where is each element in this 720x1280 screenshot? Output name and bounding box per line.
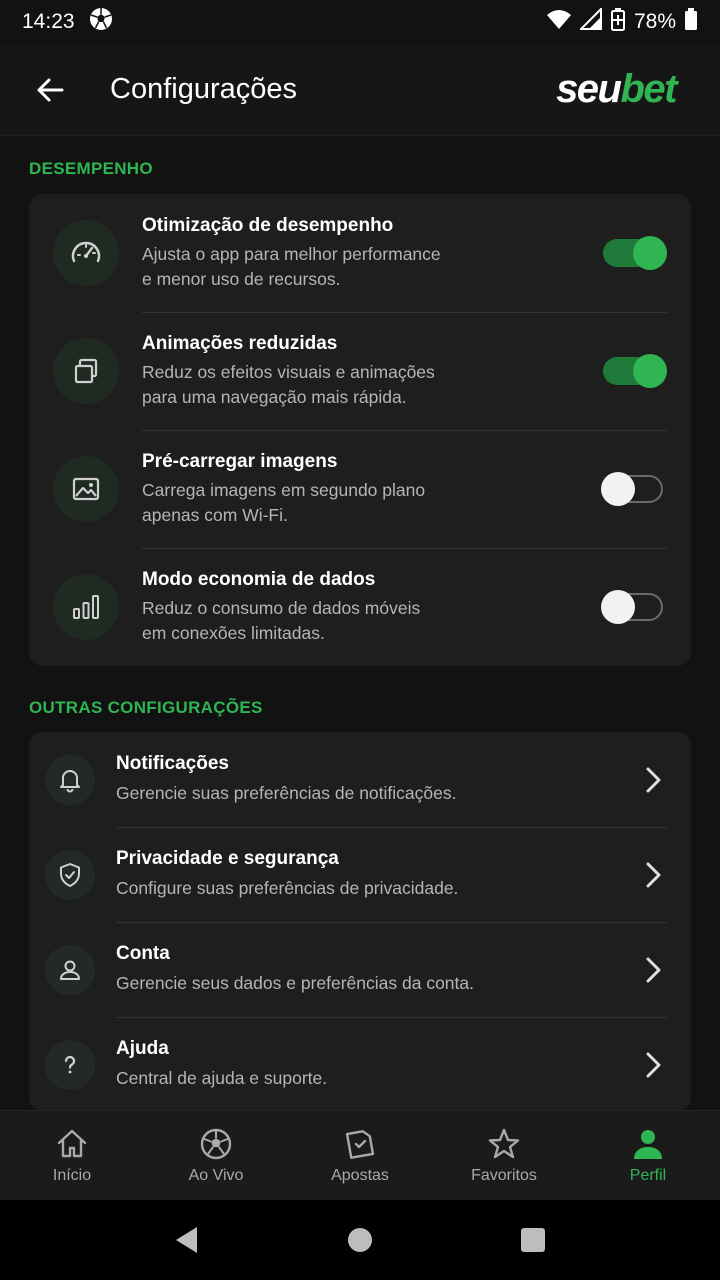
profile-icon bbox=[634, 1129, 662, 1159]
seubet-logo: seubet bbox=[556, 67, 677, 111]
setting-data-saver[interactable]: Modo economia de dados Reduz o consumo d… bbox=[29, 548, 691, 666]
nav-item-live[interactable]: Ao Vivo bbox=[144, 1111, 288, 1200]
page-title: Configurações bbox=[110, 73, 297, 105]
settings-item-title: Notificações bbox=[116, 753, 229, 774]
home-icon bbox=[57, 1129, 87, 1157]
soccer-ball-icon bbox=[200, 1128, 232, 1159]
setting-title: Animações reduzidas bbox=[142, 333, 338, 354]
setting-performance-optimization[interactable]: Otimização de desempenho Ajusta o app pa… bbox=[29, 194, 691, 312]
setting-description: Ajusta o app para melhor performance e me… bbox=[142, 244, 441, 289]
setting-reduced-animations[interactable]: Animações reduzidas Reduz os efeitos vis… bbox=[29, 312, 691, 430]
settings-item-description: Central de ajuda e suporte. bbox=[116, 1068, 328, 1088]
performance-card: Otimização de desempenho Ajusta o app pa… bbox=[29, 194, 691, 666]
system-navigation-bar bbox=[0, 1200, 720, 1280]
section-title-other: OUTRAS CONFIGURAÇÕES bbox=[29, 698, 263, 717]
settings-item-title: Ajuda bbox=[116, 1038, 169, 1059]
nav-label: Apostas bbox=[331, 1166, 389, 1184]
chevron-right-icon bbox=[639, 956, 667, 984]
settings-item-description: Configure suas preferências de privacida… bbox=[116, 878, 459, 898]
setting-description: Carrega imagens em segundo plano apenas c… bbox=[142, 480, 426, 525]
user-icon bbox=[45, 944, 95, 995]
nav-item-favorites[interactable]: Favoritos bbox=[432, 1111, 576, 1200]
battery-saver-icon bbox=[610, 7, 626, 37]
performance-optimization-toggle[interactable] bbox=[603, 236, 667, 270]
bottom-navigation: Início Ao Vivo Apostas Favoritos Perfil bbox=[0, 1110, 720, 1200]
nav-item-bets[interactable]: Apostas bbox=[288, 1111, 432, 1200]
setting-description: Reduz os efeitos visuais e animações para… bbox=[142, 362, 435, 407]
nav-label: Favoritos bbox=[471, 1166, 537, 1184]
arrow-left-icon bbox=[37, 78, 64, 101]
settings-item-title: Conta bbox=[116, 943, 170, 964]
section-title-performance: DESEMPENHO bbox=[29, 159, 153, 178]
speedometer-icon bbox=[53, 220, 119, 286]
data-bars-icon bbox=[53, 574, 119, 640]
nav-item-home[interactable]: Início bbox=[0, 1111, 144, 1200]
settings-item-help[interactable]: Ajuda Central de ajuda e suporte. bbox=[29, 1017, 691, 1110]
status-bar: 14:23 78% bbox=[0, 0, 720, 44]
settings-item-title: Privacidade e segurança bbox=[116, 848, 339, 869]
ticket-icon bbox=[345, 1129, 375, 1159]
setting-title: Otimização de desempenho bbox=[142, 215, 394, 236]
reduced-animations-toggle[interactable] bbox=[603, 354, 667, 388]
setting-title: Modo economia de dados bbox=[142, 569, 376, 590]
preload-images-toggle[interactable] bbox=[601, 472, 663, 506]
app-bar: Configurações seubet bbox=[0, 44, 720, 136]
help-icon bbox=[45, 1039, 95, 1090]
chevron-right-icon bbox=[639, 861, 667, 889]
battery-icon bbox=[684, 7, 698, 37]
settings-item-privacy[interactable]: Privacidade e segurança Configure suas p… bbox=[29, 827, 691, 922]
shield-check-icon bbox=[45, 849, 95, 900]
setting-preload-images[interactable]: Pré-carregar imagens Carrega imagens em … bbox=[29, 430, 691, 548]
setting-title: Pré-carregar imagens bbox=[142, 451, 338, 472]
system-back-icon[interactable] bbox=[173, 1225, 201, 1255]
nav-label: Ao Vivo bbox=[188, 1166, 244, 1184]
bell-icon bbox=[45, 754, 95, 805]
settings-item-account[interactable]: Conta Gerencie seus dados e preferências… bbox=[29, 922, 691, 1017]
layers-icon bbox=[53, 338, 119, 404]
other-settings-card: Notificações Gerencie suas preferências … bbox=[29, 732, 691, 1110]
wifi-icon bbox=[546, 8, 572, 36]
back-button[interactable] bbox=[20, 60, 80, 120]
soccer-notification-icon bbox=[89, 7, 113, 37]
image-icon bbox=[53, 456, 119, 522]
settings-item-notifications[interactable]: Notificações Gerencie suas preferências … bbox=[29, 732, 691, 827]
battery-percent: 78% bbox=[633, 10, 676, 33]
settings-item-description: Gerencie suas preferências de notificaçõ… bbox=[116, 783, 457, 803]
settings-item-description: Gerencie seus dados e preferências da co… bbox=[116, 973, 474, 993]
system-recents-icon[interactable] bbox=[519, 1226, 547, 1254]
cell-signal-icon bbox=[578, 6, 602, 36]
nav-item-profile[interactable]: Perfil bbox=[576, 1111, 720, 1200]
system-home-icon[interactable] bbox=[346, 1226, 374, 1254]
setting-description: Reduz o consumo de dados móveis em conexõ… bbox=[142, 598, 421, 643]
chevron-right-icon bbox=[639, 766, 667, 794]
chevron-right-icon bbox=[639, 1051, 667, 1079]
nav-label: Início bbox=[52, 1166, 92, 1184]
status-time: 14:23 bbox=[22, 10, 75, 33]
star-icon bbox=[488, 1128, 520, 1158]
settings-content[interactable]: DESEMPENHO Otimização de desempenho Ajus… bbox=[0, 136, 720, 1110]
data-saver-toggle[interactable] bbox=[601, 590, 663, 624]
nav-label: Perfil bbox=[629, 1166, 667, 1184]
